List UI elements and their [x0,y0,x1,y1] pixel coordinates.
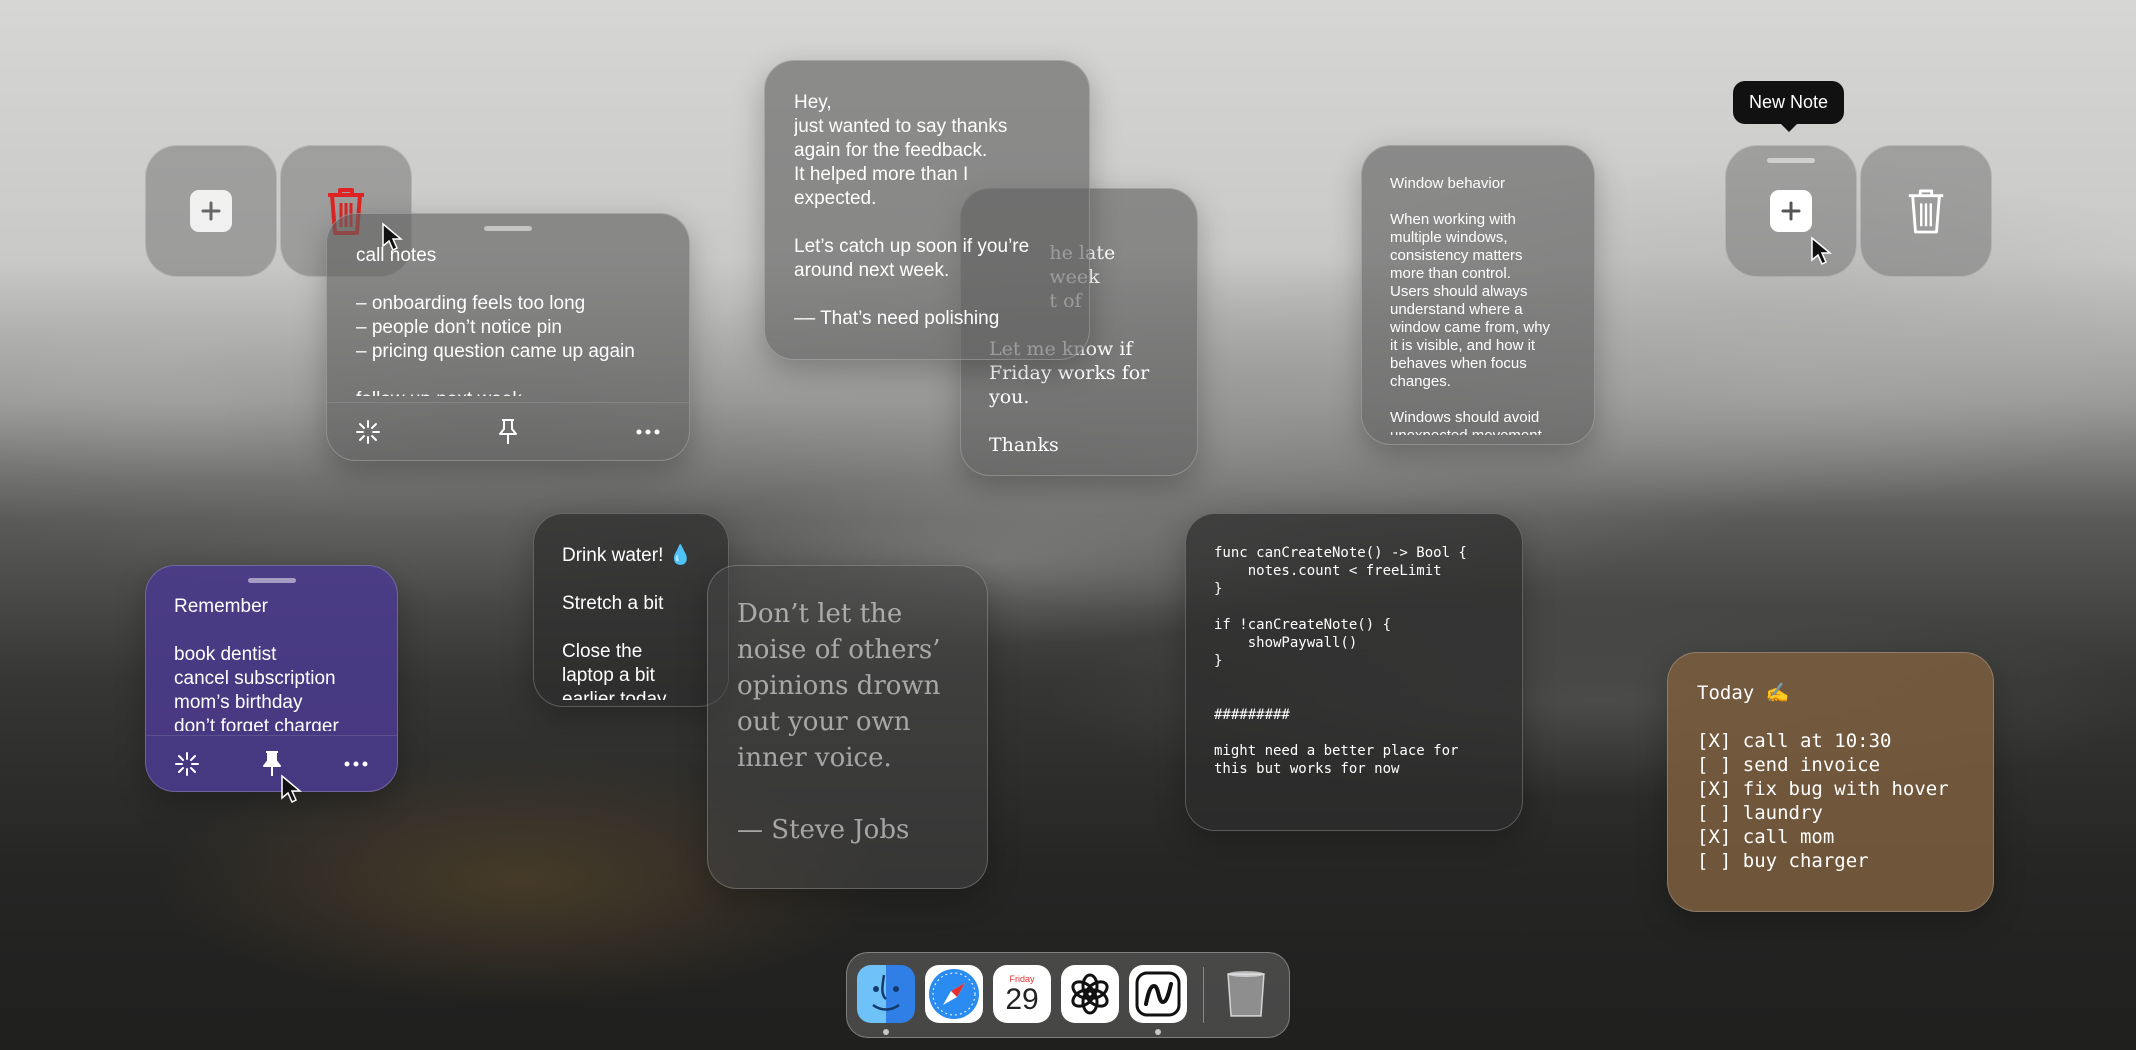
note-toolbar [146,735,397,791]
note-text[interactable]: Don’t let the noise of others’ opinions … [737,596,985,876]
note-text[interactable]: Today ✍️ [X] call at 10:30 [ ] send invo… [1697,681,1993,901]
note-remember[interactable]: Remember book dentist cancel subscriptio… [145,565,398,792]
trash-button[interactable] [1860,145,1992,277]
note-toolbar [327,402,689,460]
cursor-icon [281,774,302,804]
drag-handle[interactable] [1767,158,1815,163]
plus-icon [1770,190,1812,232]
dock-divider [1203,967,1204,1023]
safari-icon[interactable] [925,965,983,1023]
note-text[interactable]: call notes – onboarding feels too long –… [356,244,676,396]
note-text[interactable]: func canCreateNote() -> Bool { notes.cou… [1214,544,1520,804]
chatgpt-icon[interactable] [1061,965,1119,1023]
sparkle-icon[interactable] [172,749,202,779]
new-note-tooltip: New Note [1733,81,1845,124]
calendar-date: 29 [1005,983,1039,1016]
new-note-button[interactable] [1725,145,1857,277]
dock: Friday 29 [846,952,1290,1038]
more-icon[interactable] [633,417,663,447]
note-drink-water[interactable]: Drink water! 💧 Stretch a bit Close the l… [533,513,729,707]
cursor-icon [1811,236,1832,266]
running-indicator [883,1029,889,1035]
note-quote[interactable]: Don’t let the noise of others’ opinions … [707,565,988,889]
calendar-icon[interactable]: Friday 29 [993,965,1051,1023]
sparkle-icon[interactable] [353,417,383,447]
trash-dock-icon[interactable] [1217,965,1275,1023]
notes-app-icon[interactable] [1129,965,1187,1023]
note-window-behavior[interactable]: Window behavior When working with multip… [1361,145,1595,445]
drag-handle[interactable] [484,226,532,231]
note-text[interactable]: Hey, just wanted to say thanks again for… [794,91,1084,351]
more-icon[interactable] [341,749,371,779]
new-note-button-left[interactable] [145,145,277,277]
trash-icon [1908,189,1944,234]
note-text[interactable]: Drink water! 💧 Stretch a bit Close the l… [562,544,727,700]
cursor-icon [382,222,403,252]
drag-handle[interactable] [247,578,296,583]
note-text[interactable]: Remember book dentist cancel subscriptio… [174,595,394,731]
note-thanks[interactable]: Hey, just wanted to say thanks again for… [764,60,1090,360]
plus-icon [190,190,232,232]
note-today[interactable]: Today ✍️ [X] call at 10:30 [ ] send invo… [1667,652,1994,912]
note-code[interactable]: func canCreateNote() -> Bool { notes.cou… [1185,513,1523,831]
finder-icon[interactable] [857,965,915,1023]
pin-icon[interactable] [493,417,523,447]
note-text[interactable]: Window behavior When working with multip… [1390,175,1590,435]
running-indicator [1155,1029,1161,1035]
